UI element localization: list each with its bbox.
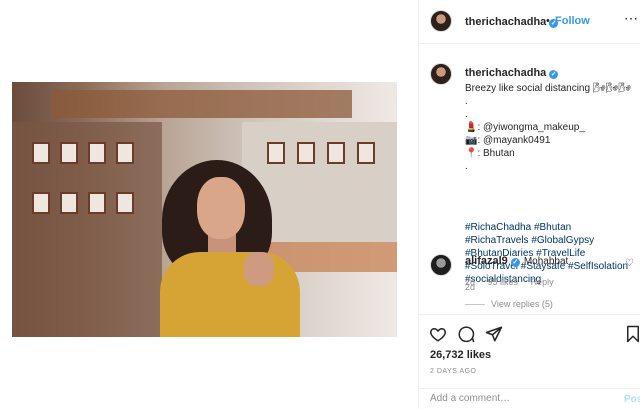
post-date[interactable]: 2 DAYS AGO	[430, 368, 477, 375]
comment-meta: 2d 95 likes Reply	[465, 277, 564, 287]
verified-badge-icon: ✓	[510, 258, 520, 267]
photo-window	[297, 142, 315, 164]
comment-icon[interactable]	[457, 325, 475, 343]
photo-window	[32, 142, 50, 164]
add-comment-bar: Post	[419, 388, 640, 409]
reply-button[interactable]: Reply	[531, 277, 554, 287]
like-count[interactable]: 26,732 likes	[430, 349, 491, 361]
avatar[interactable]	[430, 63, 452, 85]
hashtag-link[interactable]: #RichaTravels	[465, 235, 529, 246]
view-replies-button[interactable]: View replies (5)	[465, 299, 553, 309]
photo-window	[60, 142, 78, 164]
header-username[interactable]: therichachadha ✓	[465, 16, 559, 28]
comment-likes[interactable]: 95 likes	[488, 277, 519, 287]
share-icon[interactable]	[485, 325, 503, 343]
person-face	[197, 177, 245, 239]
separator-dot: •	[546, 15, 550, 27]
person-hand	[244, 252, 274, 286]
caption-text: Breezy like social distancing 🌬🌬🌬 . . 💄:…	[465, 83, 631, 172]
replies-line	[465, 304, 485, 306]
heart-icon[interactable]	[429, 325, 447, 343]
view-replies-label: View replies (5)	[491, 299, 553, 309]
post-header: therichachadha ✓ • Follow ⋯	[419, 0, 640, 44]
photo-window	[116, 192, 134, 214]
photo-roof	[52, 90, 352, 118]
photo-window	[60, 192, 78, 214]
action-bar: 26,732 likes 2 DAYS AGO Post	[419, 314, 640, 409]
photo-window	[327, 142, 345, 164]
avatar[interactable]	[430, 254, 452, 276]
comment-text: Mohabbat	[523, 256, 569, 267]
photo-window	[32, 192, 50, 214]
post-button[interactable]: Post	[624, 394, 640, 405]
hashtag-link[interactable]: #SelfIsolation	[568, 261, 628, 272]
photo-window	[267, 142, 285, 164]
photo-pane	[0, 0, 418, 409]
post-sidebar: therichachadha ✓ • Follow ⋯ therichachadh…	[419, 0, 640, 409]
hashtag-link[interactable]: #Bhutan	[534, 222, 571, 233]
caption-username[interactable]: therichachadha ✓	[465, 67, 559, 79]
bookmark-icon[interactable]	[624, 325, 640, 343]
photo-window	[116, 142, 134, 164]
comment-input[interactable]	[430, 393, 610, 404]
person-top	[160, 252, 300, 337]
comment-heart-icon[interactable]: ♡	[625, 258, 634, 269]
avatar[interactable]	[430, 10, 452, 32]
comment-timestamp[interactable]: 2d	[465, 277, 475, 287]
photo-window	[357, 142, 375, 164]
hashtag-link[interactable]: #GlobalGypsy	[531, 235, 594, 246]
more-icon[interactable]: ⋯	[624, 10, 639, 27]
comment-username[interactable]: alifazal9 ✓	[465, 255, 520, 267]
verified-badge-icon: ✓	[549, 70, 559, 79]
follow-button[interactable]: Follow	[555, 15, 590, 27]
photo-window	[88, 142, 106, 164]
comment-line: alifazal9 ✓ Mohabbat	[465, 255, 568, 267]
hashtag-link[interactable]: #RichaChadha	[465, 222, 531, 233]
post-photo[interactable]	[12, 82, 397, 337]
photo-window	[88, 192, 106, 214]
